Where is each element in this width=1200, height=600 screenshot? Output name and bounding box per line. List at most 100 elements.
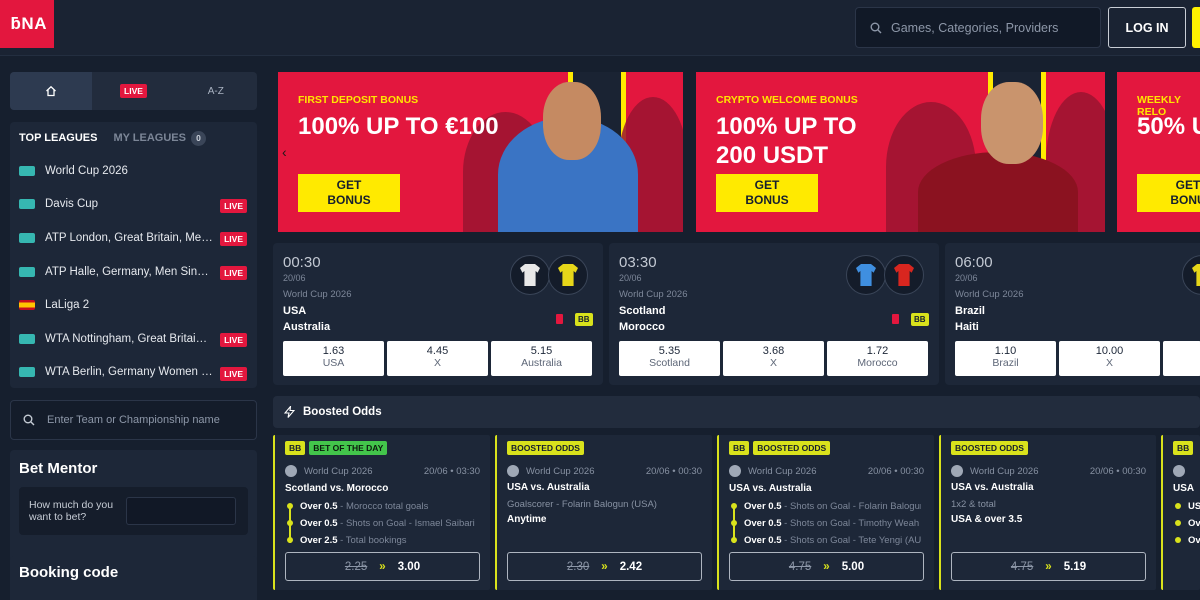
boosted-odds-card[interactable]: BB BET OF THE DAY World Cup 2026 20/06 •… xyxy=(273,435,490,590)
away-team: Morocco xyxy=(619,321,665,333)
card-competition: World Cup 2026 xyxy=(507,465,594,477)
match-card[interactable]: 03:30 20/06 World Cup 2026 Scotland Moro… xyxy=(609,243,939,385)
boosted-odds-card[interactable]: BB BOOSTED ODDS World Cup 2026 20/06 • 0… xyxy=(717,435,934,590)
bet-leg: Over 2.5 - Total bookings xyxy=(287,535,477,546)
get-bonus-button[interactable]: GET BONUS xyxy=(298,174,400,212)
live-badge: LIVE xyxy=(220,332,247,347)
odds-label: Morocco xyxy=(857,357,898,369)
competition-label: World Cup 2026 xyxy=(970,465,1039,477)
new-odds: 5.00 xyxy=(841,560,865,573)
live-badge: LIVE xyxy=(220,366,247,381)
odds-value: 10.00 xyxy=(1095,345,1124,357)
match-time: 03:30 xyxy=(619,254,657,271)
match-card[interactable]: 00:30 20/06 World Cup 2026 USA Australia… xyxy=(273,243,603,385)
boosted-odds-card[interactable]: BOOSTED ODDS World Cup 2026 20/06 • 00:3… xyxy=(939,435,1156,590)
tab-home[interactable] xyxy=(10,72,93,110)
bonus-btn-line2: BONUS xyxy=(327,193,371,207)
bet-amount-label: How much do you want to bet? xyxy=(29,499,114,523)
away-team: Haiti xyxy=(955,321,979,333)
stats-icon[interactable] xyxy=(556,314,563,324)
sidebar-item-atp-london[interactable]: ATP London, Great Britain, Men Si... LIVE xyxy=(10,221,257,255)
sidebar-item-davis-cup[interactable]: Davis Cup LIVE xyxy=(10,188,257,222)
sidebar-item-atp-halle[interactable]: ATP Halle, Germany, Men Singles LIVE xyxy=(10,255,257,289)
signup-button[interactable] xyxy=(1192,7,1200,48)
tab-live[interactable]: LIVE xyxy=(92,72,174,110)
football-icon xyxy=(285,465,297,477)
football-icon xyxy=(1173,465,1185,477)
leg-market: Over 2.5 xyxy=(300,535,338,546)
promo-banner-deposit[interactable]: FIRST DEPOSIT BONUS 100% UP TO €100 GET B… xyxy=(278,72,683,232)
card-tags: BOOSTED ODDS xyxy=(507,441,584,455)
league-name: Davis Cup xyxy=(45,198,99,211)
get-bonus-button[interactable]: GETBONU xyxy=(1137,174,1200,212)
tab-top-leagues[interactable]: TOP LEAGUES xyxy=(19,132,97,144)
bonus-btn-line2: BONUS xyxy=(745,193,789,207)
team-search-input[interactable]: Enter Team or Championship name xyxy=(10,400,257,440)
home-team: Scotland xyxy=(619,305,666,317)
card-competition: World Cup 2026 xyxy=(729,465,816,477)
card-tags: BOOSTED ODDS xyxy=(951,441,1028,455)
login-button[interactable]: LOG IN xyxy=(1108,7,1186,48)
home-kit-icon xyxy=(846,255,886,295)
bet-mentor-form: How much do you want to bet? xyxy=(19,487,248,535)
brand-logo[interactable]: ƃNA xyxy=(0,0,54,48)
boosted-odds-title: Boosted Odds xyxy=(303,406,382,418)
sidebar-item-world-cup-2026[interactable]: World Cup 2026 xyxy=(10,154,257,188)
boosted-odds-badge: BOOSTED ODDS xyxy=(507,441,584,455)
promo-banner-weekly[interactable]: WEEKLY RELO 50% UI GETBONU xyxy=(1117,72,1200,232)
get-bonus-button[interactable]: GET BONUS xyxy=(716,174,818,212)
search-icon xyxy=(870,22,882,33)
card-match: Scotland vs. Morocco xyxy=(285,483,389,494)
odds-button-draw[interactable]: 4.45 X xyxy=(387,341,488,376)
boosted-odds-button[interactable]: 4.75 » 5.19 xyxy=(951,552,1146,581)
banner-title: 50% UI xyxy=(1137,113,1200,140)
sidebar-item-laliga-2[interactable]: LaLiga 2 xyxy=(10,288,257,322)
league-name: ATP Halle, Germany, Men Singles xyxy=(45,265,213,278)
bonus-btn-line2: BONU xyxy=(1170,193,1200,207)
boosted-odds-card[interactable]: BOOSTED ODDS World Cup 2026 20/06 • 00:3… xyxy=(495,435,712,590)
odds-label: USA xyxy=(322,357,345,369)
chevron-left-icon[interactable]: ‹ xyxy=(282,144,287,160)
tab-a-z[interactable]: A-Z xyxy=(175,72,257,110)
bet-leg: Over 0.5 - Shots on Goal - Folarin Balog… xyxy=(731,501,921,512)
leg-desc: - Shots on Goal - Folarin Balogun (U xyxy=(784,501,921,512)
boosted-odds-button[interactable]: 4.75 » 5.00 xyxy=(729,552,924,581)
odds-button-draw[interactable]: 10.00 X xyxy=(1059,341,1160,376)
bet-amount-input[interactable] xyxy=(126,497,236,525)
boosted-odds-button[interactable]: 2.25 » 3.00 xyxy=(285,552,480,581)
live-badge: LIVE xyxy=(220,265,247,280)
sidebar-item-wta-nottingham[interactable]: WTA Nottingham, Great Britain, W... LIVE xyxy=(10,322,257,356)
boosted-odds-header[interactable]: Boosted Odds xyxy=(273,396,1200,428)
sidebar-item-wta-berlin[interactable]: WTA Berlin, Germany Women Singl... LIVE xyxy=(10,356,257,390)
odds-row: 5.35 Scotland 3.68 X 1.72 Morocco xyxy=(619,341,928,376)
leagues-tabs: TOP LEAGUES MY LEAGUES 0 xyxy=(10,122,257,154)
odds-button-away[interactable] xyxy=(1163,341,1200,376)
promo-banner-crypto[interactable]: CRYPTO WELCOME BONUS 100% UP TO 200 USDT… xyxy=(696,72,1105,232)
sidebar: LIVE A-Z TOP LEAGUES MY LEAGUES 0 World C… xyxy=(10,72,257,588)
match-time: 06:00 xyxy=(955,254,993,271)
football-icon xyxy=(507,465,519,477)
odds-button-away[interactable]: 5.15 Australia xyxy=(491,341,592,376)
new-odds: 3.00 xyxy=(397,560,421,573)
tab-my-leagues[interactable]: MY LEAGUES 0 xyxy=(113,130,206,146)
games-search-input[interactable]: Games, Categories, Providers xyxy=(855,7,1101,48)
odds-button-away[interactable]: 1.72 Morocco xyxy=(827,341,928,376)
match-competition: World Cup 2026 xyxy=(283,289,352,300)
bet-leg: Over 0.5 - Shots on Goal - Ismael Saibar… xyxy=(287,518,477,529)
leg-desc: - Shots on Goal - Tete Yengi (AUS) xyxy=(781,535,921,546)
stats-icon[interactable] xyxy=(892,314,899,324)
odds-button-home[interactable]: 1.63 USA xyxy=(283,341,384,376)
odds-button-home[interactable]: 1.10 Brazil xyxy=(955,341,1056,376)
bet-leg: Over 0.5 - Shots on Goal - Tete Yengi (A… xyxy=(731,535,921,546)
card-market: Goalscorer - Folarin Balogun (USA) xyxy=(507,499,657,510)
boosted-odds-card[interactable]: BB USA USA Over Over xyxy=(1161,435,1200,590)
match-card[interactable]: 06:00 20/06 World Cup 2026 Brazil Haiti … xyxy=(945,243,1200,385)
odds-button-draw[interactable]: 3.68 X xyxy=(723,341,824,376)
odds-button-home[interactable]: 5.35 Scotland xyxy=(619,341,720,376)
search-icon xyxy=(23,414,35,426)
leg-market: USA xyxy=(1188,501,1200,512)
bet-leg: USA xyxy=(1175,501,1200,512)
boosted-odds-button[interactable]: 2.30 » 2.42 xyxy=(507,552,702,581)
logo-text: ƃNA xyxy=(10,14,47,33)
bet-builder-badge: BB xyxy=(729,441,750,455)
